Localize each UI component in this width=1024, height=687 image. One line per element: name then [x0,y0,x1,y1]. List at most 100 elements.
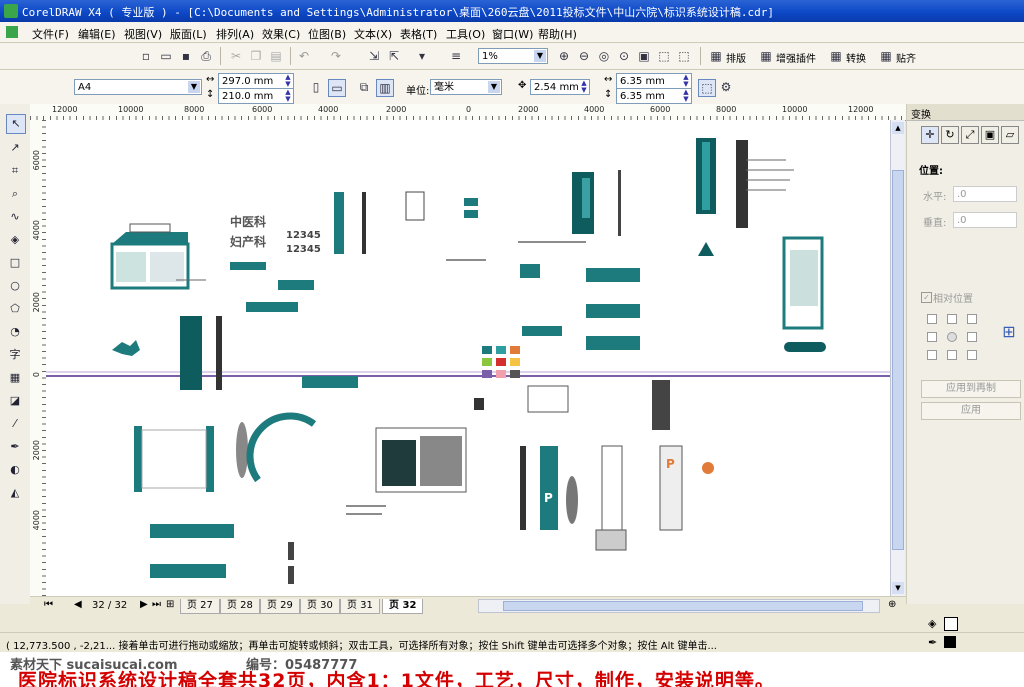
layout-plugin-button[interactable]: 排版 [726,50,746,65]
page-tab-29[interactable]: 页 29 [260,599,300,614]
page-tab-32[interactable]: 页 32 [382,599,424,614]
treat-as-filled-icon[interactable]: ⬚ [698,79,716,97]
paste-icon[interactable]: ▤ [268,48,284,64]
zoom-selected-icon[interactable]: ◎ [596,48,612,64]
relative-position-checkbox[interactable]: ✓ [921,292,932,303]
basic-shapes-icon[interactable]: ◔ [6,323,24,341]
zoom-height-icon[interactable]: ⬚ [676,48,692,64]
redo-icon[interactable]: ↷ [328,48,344,64]
drawing-canvas[interactable]: 中医科 妇产科 12345 12345 P P [46,120,890,596]
h-scroll-thumb[interactable] [503,601,863,611]
duplicate-y-field[interactable]: 6.35 mm ▲ ▼ [616,88,692,104]
anchor-grid[interactable] [927,314,977,360]
save-icon[interactable]: ▪ [178,48,194,64]
undo-icon[interactable]: ↶ [296,48,312,64]
fill-tool-icon[interactable]: ◐ [6,461,24,479]
skew-mode-icon[interactable]: ▱ [1001,126,1019,144]
menu-arrange[interactable]: 排列(A) [216,26,254,42]
menu-file[interactable]: 文件(F) [32,26,69,42]
freehand-tool-icon[interactable]: ∿ [6,208,24,226]
text-tool-icon[interactable]: 字 [6,346,24,364]
scale-mode-icon[interactable]: ⤢ [961,126,979,144]
page-tab-31[interactable]: 页 31 [340,599,380,614]
options-icon[interactable]: ⚙ [718,79,734,95]
open-icon[interactable]: ▭ [158,48,174,64]
zoom-tool-icon[interactable]: ⌕ [6,185,24,203]
first-page-icon[interactable]: ⏮ [44,599,53,610]
apply-button[interactable]: 应用 [921,402,1021,420]
scroll-up-icon[interactable]: ▲ [892,122,904,134]
vertical-field[interactable]: .0 [953,212,1017,228]
ellipse-tool-icon[interactable]: ○ [6,277,24,295]
portrait-icon[interactable]: ▯ [308,79,324,95]
menu-view[interactable]: 视图(V) [124,26,162,42]
menu-bitmaps[interactable]: 位图(B) [308,26,346,42]
current-page-icon[interactable]: ▥ [376,79,394,97]
menu-text[interactable]: 文本(X) [354,26,392,42]
apply-to-duplicate-button[interactable]: 应用到再制 [921,380,1021,398]
new-icon[interactable]: ▫ [138,48,154,64]
import-icon[interactable]: ⇲ [366,48,382,64]
zoom-level-select[interactable]: 1% ▼ [478,48,548,64]
zoom-out-icon[interactable]: ⊖ [576,48,592,64]
zoom-navigator-icon[interactable]: ⊕ [888,599,896,610]
duplicate-x-field[interactable]: 6.35 mm ▲ ▼ [616,73,692,89]
size-mode-icon[interactable]: ▣ [981,126,999,144]
crop-tool-icon[interactable]: ⌗ [6,162,24,180]
page-tab-30[interactable]: 页 30 [300,599,340,614]
zoom-all-icon[interactable]: ⊙ [616,48,632,64]
prev-page-icon[interactable]: ◀ [74,599,82,610]
menu-edit[interactable]: 编辑(E) [78,26,116,42]
horizontal-scrollbar[interactable] [478,599,880,613]
enhance-plugin-button[interactable]: 增强插件 [776,50,816,65]
nudge-distance-field[interactable]: 2.54 mm ▲ ▼ [530,79,590,95]
launcher-icon[interactable]: ▾ [414,48,430,64]
scroll-thumb[interactable] [892,170,904,550]
page-tab-28[interactable]: 页 28 [220,599,260,614]
spinner-icon[interactable]: ▲ ▼ [283,74,293,88]
outline-swatch[interactable] [944,636,956,648]
last-page-icon[interactable]: ⏭ [152,599,161,610]
vertical-scrollbar[interactable]: ▲ ▼ [890,120,905,596]
spinner-icon[interactable]: ▲ ▼ [283,89,293,103]
next-page-icon[interactable]: ▶ [140,599,148,610]
menu-window[interactable]: 窗口(W) [492,26,533,42]
scroll-down-icon[interactable]: ▼ [892,582,904,594]
page-height-field[interactable]: 210.0 mm ▲ ▼ [218,88,294,104]
vertical-ruler[interactable]: 6000 4000 2000 0 2000 4000 [30,120,47,596]
outline-pen-icon[interactable]: ✒ [6,438,24,456]
spinner-icon[interactable]: ▲ ▼ [681,89,691,103]
page-tab-27[interactable]: 页 27 [180,599,220,614]
zoom-page-icon[interactable]: ▣ [636,48,652,64]
interactive-fill-icon[interactable]: ◭ [6,484,24,502]
rectangle-tool-icon[interactable]: □ [6,254,24,272]
horizontal-field[interactable]: .0 [953,186,1017,202]
add-page-icon[interactable]: ⊞ [166,599,174,610]
pick-tool-icon[interactable]: ↖ [6,114,26,134]
horizontal-ruler[interactable]: 12000 10000 8000 6000 4000 2000 0 2000 4… [30,104,906,121]
spinner-icon[interactable]: ▲ ▼ [579,80,589,94]
convert-button[interactable]: 转换 [846,50,866,65]
zoom-in-icon[interactable]: ⊕ [556,48,572,64]
canvas-artwork[interactable]: 中医科 妇产科 12345 12345 P P [46,120,890,596]
export-icon[interactable]: ⇱ [386,48,402,64]
eyedropper-icon[interactable]: ⁄ [6,415,24,433]
shape-tool-icon[interactable]: ↗ [6,139,24,157]
polygon-tool-icon[interactable]: ⬠ [6,300,24,318]
print-icon[interactable]: ⎙ [198,48,214,64]
menu-help[interactable]: 帮助(H) [538,26,577,42]
menu-layout[interactable]: 版面(L) [170,26,207,42]
unit-select[interactable]: 毫米 ▼ [430,79,502,95]
copy-icon[interactable]: ❐ [248,48,264,64]
paper-size-select[interactable]: A4 ▼ [74,79,202,95]
smart-fill-icon[interactable]: ◈ [6,231,24,249]
spinner-icon[interactable]: ▲ ▼ [681,74,691,88]
rotate-mode-icon[interactable]: ↻ [941,126,959,144]
landscape-icon[interactable]: ▭ [328,79,346,97]
welcome-icon[interactable]: ≡ [448,48,464,64]
menu-tools[interactable]: 工具(O) [446,26,485,42]
table-tool-icon[interactable]: ▦ [6,369,24,387]
menu-table[interactable]: 表格(T) [400,26,437,42]
cut-icon[interactable]: ✂ [228,48,244,64]
snap-button[interactable]: 贴齐 [896,50,916,65]
